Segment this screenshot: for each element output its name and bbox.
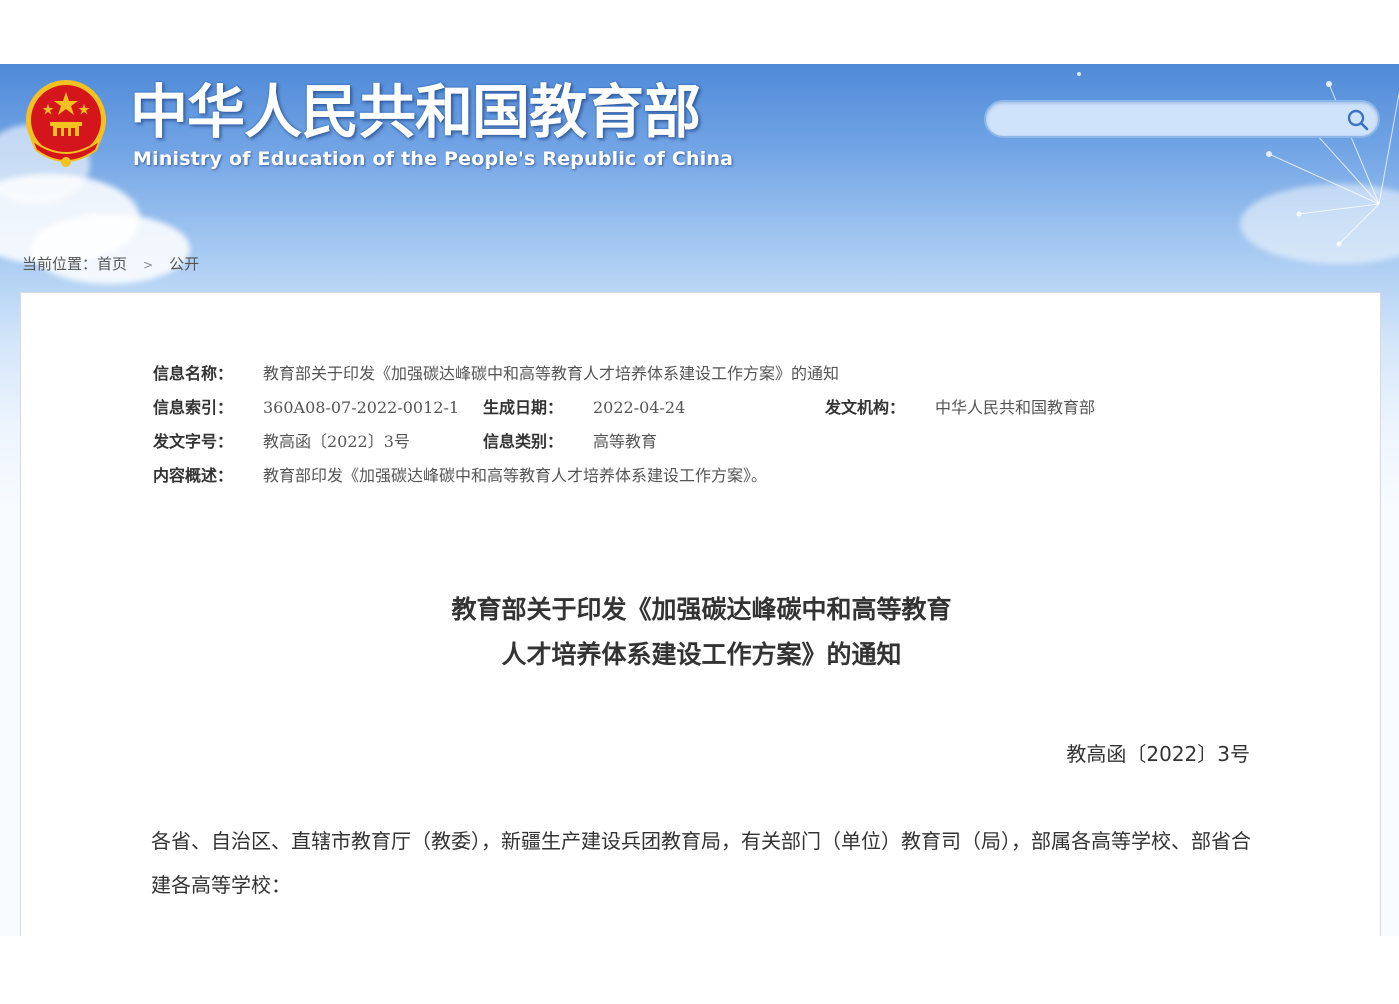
meta-value: 2022-04-24 [593, 398, 686, 417]
meta-label: 发文机构： [825, 398, 906, 417]
site-title: 中华人民共和国教育部 [130, 78, 701, 146]
meta-value: 高等教育 [593, 432, 658, 451]
document-title-line: 人才培养体系建设工作方案》的通知 [501, 640, 902, 669]
meta-label: 信息索引： [153, 398, 234, 417]
search-input[interactable] [1000, 106, 1334, 134]
page-frame: 中华人民共和国教育部 Ministry of Education of the … [0, 64, 1399, 936]
meta-value: 教育部关于印发《加强碳达峰碳中和高等教育人才培养体系建设工作方案》的通知 [263, 364, 840, 383]
document-number: 教高函〔2022〕3号 [1066, 742, 1250, 766]
document-title-line: 教育部关于印发《加强碳达峰碳中和高等教育 [451, 595, 952, 624]
meta-label: 信息类别： [483, 432, 564, 451]
search-box[interactable] [984, 100, 1380, 138]
document-title: 教育部关于印发《加强碳达峰碳中和高等教育 人才培养体系建设工作方案》的通知 [21, 587, 1382, 677]
meta-label: 内容概述： [153, 466, 234, 485]
search-icon[interactable] [1346, 108, 1370, 132]
dandelion-decoration [1077, 72, 1399, 247]
national-emblem-icon [26, 80, 106, 167]
meta-value: 中华人民共和国教育部 [935, 398, 1096, 417]
meta-value: 教育部印发《加强碳达峰碳中和高等教育人才培养体系建设工作方案》。 [263, 466, 768, 485]
document-salutation: 各省、自治区、直辖市教育厅（教委），新疆生产建设兵团教育局，有关部门（单位）教育… [151, 829, 1251, 897]
meta-label: 发文字号： [153, 432, 234, 451]
meta-value: 教高函〔2022〕3号 [263, 432, 410, 451]
breadcrumb: 当前位置：首页 > 公开 [22, 253, 199, 275]
breadcrumb-prefix: 当前位置： [22, 255, 98, 273]
meta-label: 生成日期： [483, 398, 564, 417]
breadcrumb-separator: > [143, 258, 154, 272]
breadcrumb-link-home[interactable]: 首页 [97, 255, 127, 273]
breadcrumb-link-public[interactable]: 公开 [169, 255, 199, 273]
site-header: 中华人民共和国教育部 Ministry of Education of the … [0, 64, 1399, 273]
content-panel: 信息名称： 教育部关于印发《加强碳达峰碳中和高等教育人才培养体系建设工作方案》的… [20, 292, 1381, 936]
meta-value: 360A08-07-2022-0012-1 [263, 398, 460, 417]
meta-label: 信息名称： [153, 364, 234, 383]
site-subtitle: Ministry of Education of the People's Re… [133, 148, 734, 170]
